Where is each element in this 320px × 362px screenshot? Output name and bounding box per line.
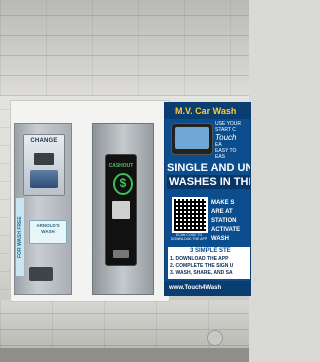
step-item: 3. WASH, SHARE, AND SA xyxy=(170,270,233,276)
make-line: ACTIVATE xyxy=(211,227,241,233)
dispenser-slot[interactable] xyxy=(112,201,130,219)
poster-make-text: MAKE S ARE AT STATION ACTIVATE WASH xyxy=(211,199,250,244)
coin-tray[interactable] xyxy=(29,267,53,281)
dispenser-label: CASHOUT xyxy=(108,163,134,169)
card-dispenser-machine: CASHOUT $ xyxy=(92,123,154,295)
bill-slot[interactable] xyxy=(34,153,54,165)
poster-header: M.V. Car Wash xyxy=(165,103,250,119)
make-line: WASH xyxy=(211,236,229,242)
step-item: 1. DOWNLOAD THE APP xyxy=(170,256,229,262)
steps-title: 3 SIMPLE STE xyxy=(190,248,231,254)
arnolds-sticker: ARNOLD'S WASH xyxy=(29,220,67,244)
wall-bolt xyxy=(207,330,223,346)
dollar-icon: $ xyxy=(113,173,133,195)
brick-wall-upper xyxy=(0,0,249,96)
poster-url: www.Touch4Wash xyxy=(165,281,250,295)
change-machine[interactable]: CHANGE FOR WASH FREE ARNOLD'S WASH xyxy=(14,123,72,295)
phone-screen xyxy=(175,127,209,149)
ground xyxy=(0,348,249,362)
change-panel: CHANGE xyxy=(23,134,65,196)
make-line: STATION xyxy=(211,218,237,224)
make-line: MAKE S xyxy=(211,200,235,206)
qr-caption: SCAN CODE TO DOWNLOAD THE APP xyxy=(170,233,208,241)
headline-line-2: WASHES IN THE A xyxy=(167,175,250,189)
phone-icon xyxy=(171,123,213,155)
dispenser-tray[interactable] xyxy=(113,250,129,258)
steps-box: 3 SIMPLE STE 1. DOWNLOAD THE APP 2. COMP… xyxy=(168,247,250,279)
bill-graphic xyxy=(30,170,58,188)
touch4wash-poster: M.V. Car Wash USE YOUR START C Touch EA … xyxy=(164,102,251,296)
headline-line-1: SINGLE AND UNL xyxy=(167,162,251,174)
poster-headline: SINGLE AND UNL WASHES IN THE A xyxy=(167,161,251,189)
make-line: ARE AT xyxy=(211,209,233,215)
side-line: EAS xyxy=(215,154,226,160)
side-line: Touch xyxy=(215,133,237,142)
poster-side-text: USE YOUR START C Touch EA EASY TO EAS xyxy=(215,121,250,160)
arnolds-sticker-text: ARNOLD'S WASH xyxy=(36,223,60,234)
wash-free-sticker: FOR WASH FREE xyxy=(16,198,24,276)
step-item: 2. COMPLETE THE SIGN U xyxy=(170,263,234,269)
card-dispenser[interactable]: CASHOUT $ xyxy=(105,154,137,266)
change-label: CHANGE xyxy=(30,138,58,144)
qr-code-icon[interactable] xyxy=(172,197,208,233)
